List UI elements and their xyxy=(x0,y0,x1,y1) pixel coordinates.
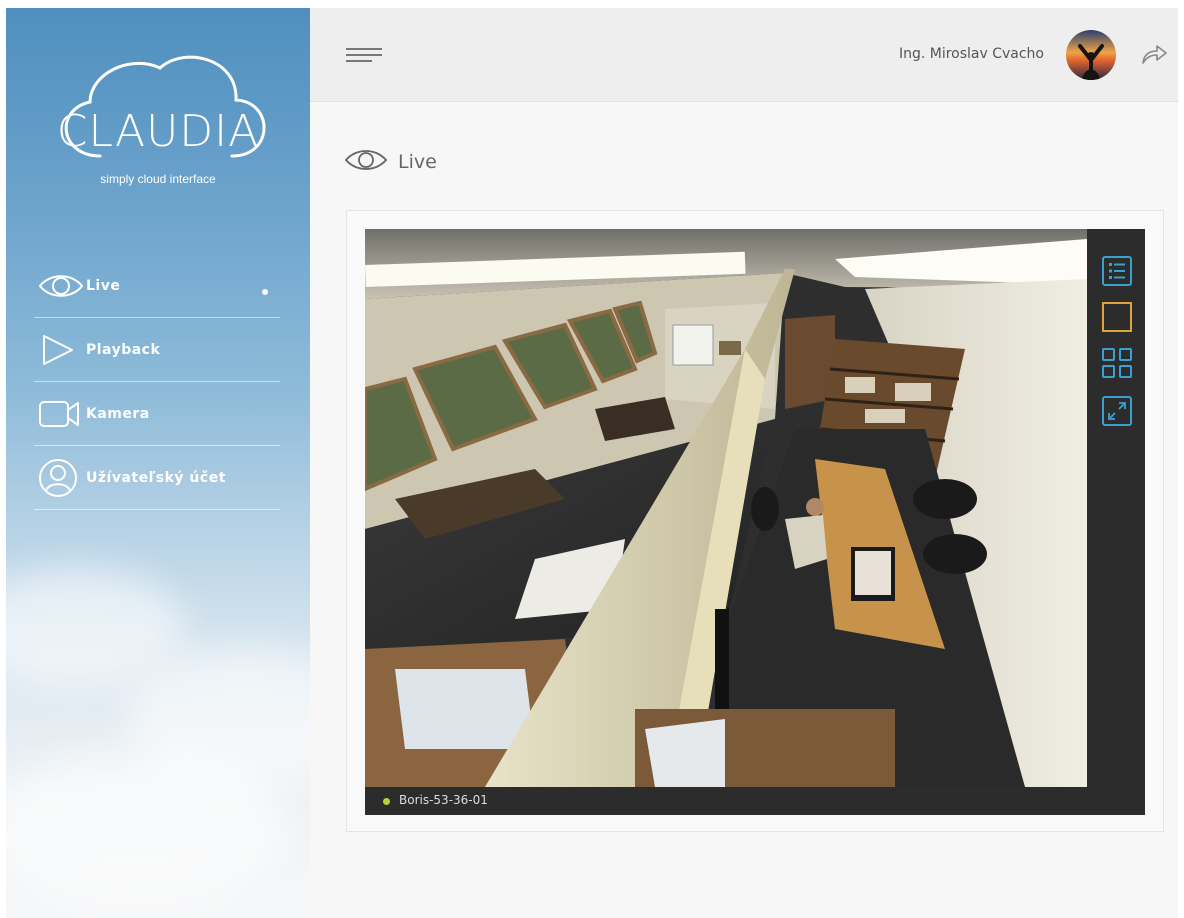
camera-status-bar: Boris-53-36-01 xyxy=(365,787,1145,815)
view-tools-panel xyxy=(1087,229,1145,787)
list-icon[interactable] xyxy=(1101,255,1133,287)
live-viewer: Boris-53-36-01 xyxy=(346,210,1164,832)
online-status-dot xyxy=(383,798,390,805)
sidebar: CLAUDIA simply cloud interface Live Play… xyxy=(6,8,310,918)
page-title-text: Live xyxy=(398,151,437,173)
topbar: Ing. Miroslav Cvacho xyxy=(310,8,1178,102)
user-name[interactable]: Ing. Miroslav Cvacho xyxy=(899,46,1044,62)
sidebar-nav: Live Playback Kamera Užívateľský účet xyxy=(34,254,280,510)
sidebar-item-live[interactable]: Live xyxy=(34,254,280,318)
sidebar-item-label: Kamera xyxy=(86,405,150,422)
eye-icon xyxy=(344,146,388,178)
grid-2x2-icon[interactable] xyxy=(1101,347,1133,379)
video-camera-icon xyxy=(34,394,86,434)
camera-video-feed[interactable] xyxy=(365,229,1087,787)
logo-tagline: simply cloud interface xyxy=(100,172,216,186)
share-arrow-icon[interactable] xyxy=(1140,42,1168,66)
brand-logo[interactable]: CLAUDIA simply cloud interface xyxy=(42,48,274,198)
logo-text: CLAUDIA xyxy=(56,106,260,157)
sidebar-item-label: Užívateľský účet xyxy=(86,469,226,486)
camera-name: Boris-53-36-01 xyxy=(399,793,488,807)
cloud-decoration xyxy=(6,748,286,908)
sidebar-item-label: Playback xyxy=(86,341,161,358)
sidebar-item-playback[interactable]: Playback xyxy=(34,318,280,382)
user-icon xyxy=(34,458,86,498)
play-icon xyxy=(34,330,86,370)
active-indicator xyxy=(262,289,268,295)
page-title: Live xyxy=(344,146,437,178)
camera-image xyxy=(365,229,1087,787)
fullscreen-icon[interactable] xyxy=(1101,395,1133,427)
sidebar-item-label: Live xyxy=(86,277,121,294)
avatar[interactable] xyxy=(1066,30,1116,80)
sidebar-item-kamera[interactable]: Kamera xyxy=(34,382,280,446)
eye-icon xyxy=(34,266,86,306)
single-view-icon[interactable] xyxy=(1101,301,1133,333)
app-window: CLAUDIA simply cloud interface Live Play… xyxy=(6,8,1178,918)
sidebar-item-user-account[interactable]: Užívateľský účet xyxy=(34,446,280,510)
hamburger-icon[interactable] xyxy=(346,48,382,64)
